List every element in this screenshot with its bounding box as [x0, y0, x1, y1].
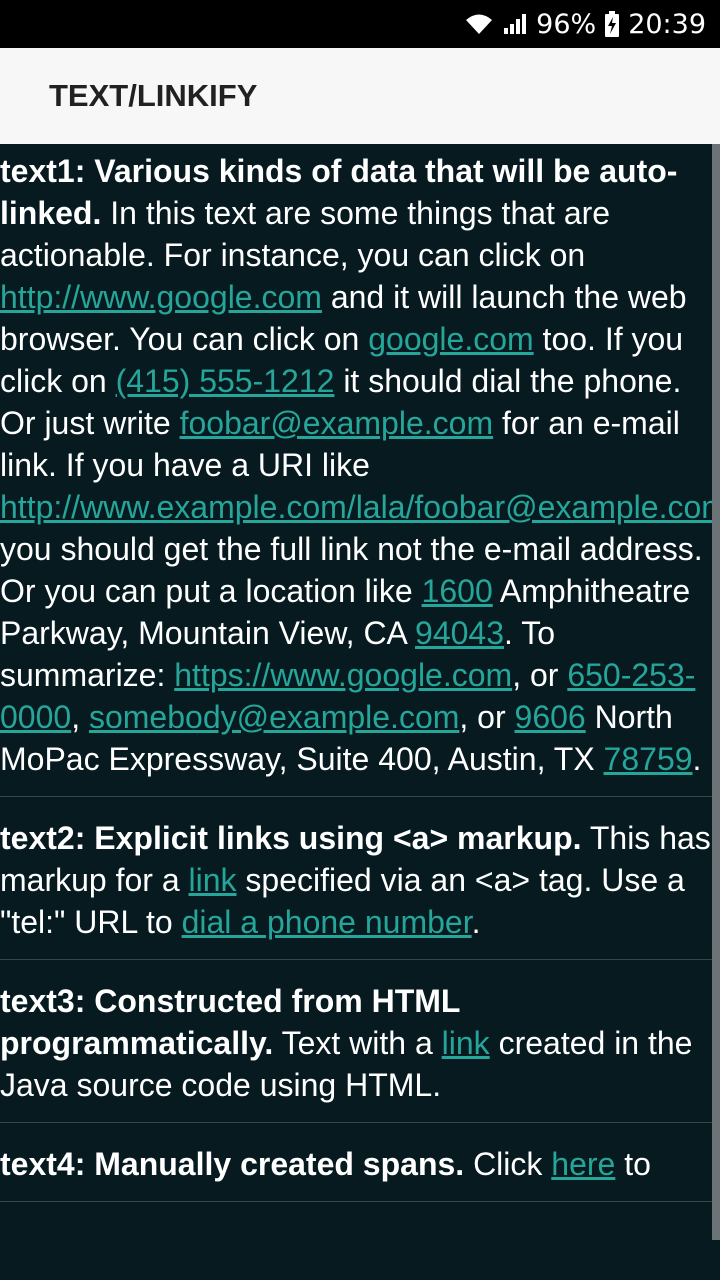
email-link[interactable]: somebody@example.com	[89, 699, 459, 735]
linkify-content[interactable]: text1: Various kinds of data that will b…	[0, 144, 712, 1280]
battery-percent: 96%	[536, 8, 597, 40]
map-link[interactable]: 1600	[422, 573, 493, 609]
signal-icon	[502, 12, 528, 36]
text1-section: text1: Various kinds of data that will b…	[0, 144, 712, 797]
body-text: , or	[512, 657, 568, 693]
web-link[interactable]: http://www.google.com	[0, 279, 322, 315]
status-bar: 96% 20:39	[0, 0, 720, 48]
body-text: Text with a	[273, 1025, 442, 1061]
app-bar: TEXT/LINKIFY	[0, 48, 720, 144]
body-text: Click	[464, 1146, 552, 1182]
body-text: , or	[459, 699, 515, 735]
body-text: ,	[71, 699, 89, 735]
body-text: .	[471, 904, 481, 940]
map-link[interactable]: 9606	[515, 699, 586, 735]
text4-section: text4: Manually created spans. Click her…	[0, 1123, 712, 1202]
map-link[interactable]: 78759	[604, 741, 693, 777]
clock: 20:39	[628, 8, 706, 40]
web-link[interactable]: google.com	[368, 321, 533, 357]
body-text: .	[692, 741, 702, 777]
web-link[interactable]: https://www.google.com	[174, 657, 512, 693]
map-link[interactable]: 94043	[415, 615, 504, 651]
phone-link[interactable]: (415) 555-1212	[116, 363, 335, 399]
body-text: to	[615, 1146, 651, 1182]
phone-link[interactable]: dial a phone number	[182, 904, 472, 940]
email-link[interactable]: foobar@example.com	[180, 405, 494, 441]
link[interactable]: here	[551, 1146, 615, 1182]
section-heading: text2: Explicit links using <a> markup.	[0, 820, 582, 856]
link[interactable]: link	[189, 862, 237, 898]
section-heading: text4: Manually created spans.	[0, 1146, 465, 1182]
scrollbar[interactable]	[712, 144, 720, 1240]
web-link[interactable]: http://www.example.com/lala/foobar@examp…	[0, 489, 712, 525]
text3-section: text3: Constructed from HTML programmati…	[0, 960, 712, 1123]
link[interactable]: link	[442, 1025, 490, 1061]
battery-charging-icon	[604, 11, 620, 37]
wifi-icon	[464, 12, 494, 36]
page-title: TEXT/LINKIFY	[49, 78, 258, 113]
text2-section: text2: Explicit links using <a> markup. …	[0, 797, 712, 960]
